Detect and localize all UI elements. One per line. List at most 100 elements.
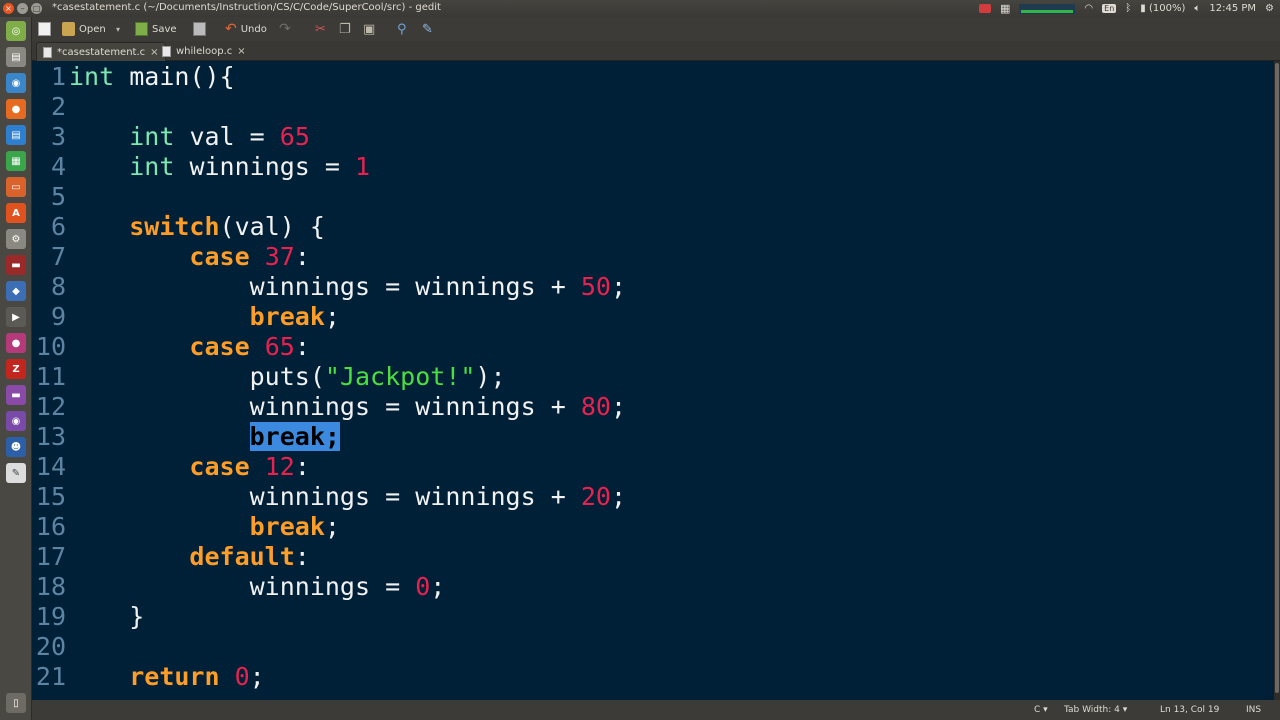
line-number: 3 bbox=[50, 122, 66, 151]
copy-button[interactable]: ❐ bbox=[339, 21, 351, 37]
replace-button[interactable]: ✎ bbox=[422, 21, 433, 37]
maximize-window-button[interactable]: □ bbox=[31, 3, 42, 14]
tab-width-selector[interactable]: Tab Width: 4 ▾ bbox=[1064, 705, 1127, 715]
number-literal: 0 bbox=[415, 572, 431, 601]
terminal-icon[interactable]: ▬ bbox=[6, 255, 26, 275]
code-line[interactable]: 16 break; bbox=[32, 512, 1274, 542]
wifi-icon[interactable]: ◠ bbox=[1084, 3, 1093, 14]
cut-button[interactable]: ✂ bbox=[315, 21, 326, 37]
power-gear-icon[interactable]: ⚙ bbox=[1265, 3, 1274, 14]
vertical-scrollbar[interactable] bbox=[1274, 61, 1280, 700]
language-selector[interactable]: C ▾ bbox=[1034, 705, 1048, 715]
type-keyword: int bbox=[129, 152, 175, 181]
keyword: break bbox=[249, 512, 325, 541]
code-line[interactable]: 18 winnings = 0; bbox=[32, 572, 1274, 602]
close-window-button[interactable]: × bbox=[3, 3, 14, 14]
code-text: default: bbox=[189, 542, 310, 571]
battery-indicator[interactable]: ▮ (100%) bbox=[1140, 3, 1185, 14]
app-icon[interactable]: ● bbox=[6, 333, 26, 353]
files-icon[interactable]: ▤ bbox=[6, 47, 26, 67]
keyword: switch bbox=[129, 212, 220, 241]
virtualbox-icon[interactable]: ◆ bbox=[6, 281, 26, 301]
code-line[interactable]: 6 switch(val) { bbox=[32, 212, 1274, 242]
writer-icon[interactable]: ▤ bbox=[6, 125, 26, 145]
code-line[interactable]: 9 break; bbox=[32, 302, 1274, 332]
keyword: case bbox=[189, 332, 250, 361]
new-button[interactable] bbox=[38, 21, 51, 37]
screen-recorder-icon[interactable]: ◉ bbox=[6, 411, 26, 431]
line-number: 10 bbox=[35, 332, 66, 361]
code-line[interactable]: 8 winnings = winnings + 50; bbox=[32, 272, 1274, 302]
redo-button[interactable]: ↷ bbox=[279, 21, 291, 37]
recent-dropdown[interactable]: ▾ bbox=[116, 21, 120, 37]
search-icon: ⚲ bbox=[397, 21, 407, 37]
calc-icon[interactable]: ▦ bbox=[6, 151, 26, 171]
number-literal: 80 bbox=[580, 392, 611, 421]
dash-home-icon[interactable]: ◎ bbox=[6, 21, 26, 41]
folder-icon bbox=[62, 22, 75, 36]
software-center-icon[interactable]: A bbox=[6, 203, 26, 223]
code-line[interactable]: 12 winnings = winnings + 80; bbox=[32, 392, 1274, 422]
code-text: break; bbox=[69, 422, 340, 452]
number-literal: 50 bbox=[580, 272, 611, 301]
code-line[interactable]: 10 case 65: bbox=[32, 332, 1274, 362]
media-player-icon[interactable]: ▬ bbox=[6, 385, 26, 405]
code-line[interactable]: 14 case 12: bbox=[32, 452, 1274, 482]
impress-icon[interactable]: ▭ bbox=[6, 177, 26, 197]
code-line[interactable]: 7 case 37: bbox=[32, 242, 1274, 272]
volume-icon[interactable]: 🔈︎ bbox=[1194, 3, 1200, 14]
selected-text[interactable]: break; bbox=[249, 422, 340, 451]
code-line[interactable]: 11 puts("Jackpot!"); bbox=[32, 362, 1274, 392]
keyboard-layout-indicator[interactable]: En bbox=[1102, 4, 1117, 13]
clock[interactable]: 12:45 PM bbox=[1209, 3, 1256, 14]
tab-whileloop[interactable]: whileloop.c × bbox=[156, 42, 252, 61]
code-line[interactable]: 5 bbox=[32, 182, 1274, 212]
open-button[interactable]: Open bbox=[62, 21, 106, 37]
close-tab-icon[interactable]: × bbox=[237, 46, 245, 57]
bluetooth-icon[interactable]: ᛒ bbox=[1125, 3, 1131, 14]
scrollbar-thumb[interactable] bbox=[1275, 63, 1279, 693]
number-literal: 65 bbox=[264, 332, 295, 361]
system-monitor-icon[interactable] bbox=[1019, 3, 1076, 14]
gedit-icon[interactable]: ✎ bbox=[6, 463, 26, 483]
paste-button[interactable]: ▣ bbox=[363, 21, 375, 37]
workspace-switcher-icon[interactable]: ▦ bbox=[1000, 2, 1010, 15]
code-line[interactable]: 15 winnings = winnings + 20; bbox=[32, 482, 1274, 512]
video-editor-icon[interactable]: ▶ bbox=[6, 307, 26, 327]
code-line[interactable]: 17 default: bbox=[32, 542, 1274, 572]
code-line[interactable]: 19 } bbox=[32, 602, 1274, 632]
line-number: 11 bbox=[35, 362, 66, 391]
tab-width-label: Tab Width: 4 bbox=[1064, 705, 1120, 715]
save-button[interactable]: Save bbox=[135, 21, 177, 37]
code-text: int winnings = 1 bbox=[129, 152, 371, 181]
code-line[interactable]: 1 int main(){ bbox=[32, 62, 1274, 92]
launcher: ◎ ▤ ◉ ● ▤ ▦ ▭ A ⚙ ▬ ◆ ▶ ● Z ▬ ◉ ☻ ✎ ▯ bbox=[0, 17, 32, 720]
undo-button[interactable]: ↶ Undo bbox=[225, 21, 267, 37]
code-line[interactable]: 13 break; bbox=[32, 422, 1274, 452]
code-line[interactable]: 3 int val = 65 bbox=[32, 122, 1274, 152]
find-button[interactable]: ⚲ bbox=[397, 21, 407, 37]
trash-icon[interactable]: ▯ bbox=[6, 693, 26, 713]
code-text: case 12: bbox=[189, 452, 310, 481]
user-app-icon[interactable]: ☻ bbox=[6, 437, 26, 457]
number-literal: 20 bbox=[580, 482, 611, 511]
code-line[interactable]: 21 return 0; bbox=[32, 662, 1274, 692]
filezilla-icon[interactable]: Z bbox=[6, 359, 26, 379]
code-text: winnings = winnings + 80; bbox=[249, 392, 627, 421]
settings-icon[interactable]: ⚙ bbox=[6, 229, 26, 249]
code-line[interactable]: 20 bbox=[32, 632, 1274, 662]
tab-casestatement[interactable]: *casestatement.c × bbox=[36, 42, 166, 61]
line-number: 13 bbox=[35, 422, 66, 451]
toolbar: Open ▾ Save ↶ Undo ↷ ✂ ❐ ▣ ⚲ ✎ bbox=[32, 17, 1280, 41]
chrome-icon[interactable]: ◉ bbox=[6, 73, 26, 93]
minimize-window-button[interactable]: – bbox=[17, 3, 28, 14]
keyword: case bbox=[189, 452, 250, 481]
print-button[interactable] bbox=[193, 21, 206, 37]
code-editor[interactable]: 1 int main(){2 3 int val = 65 4 int winning… bbox=[32, 61, 1274, 700]
record-icon[interactable] bbox=[979, 4, 992, 13]
code-text: switch(val) { bbox=[129, 212, 325, 241]
code-line[interactable]: 4 int winnings = 1 bbox=[32, 152, 1274, 182]
code-line[interactable]: 2 bbox=[32, 92, 1274, 122]
code-text: break; bbox=[249, 302, 340, 331]
firefox-icon[interactable]: ● bbox=[6, 99, 26, 119]
